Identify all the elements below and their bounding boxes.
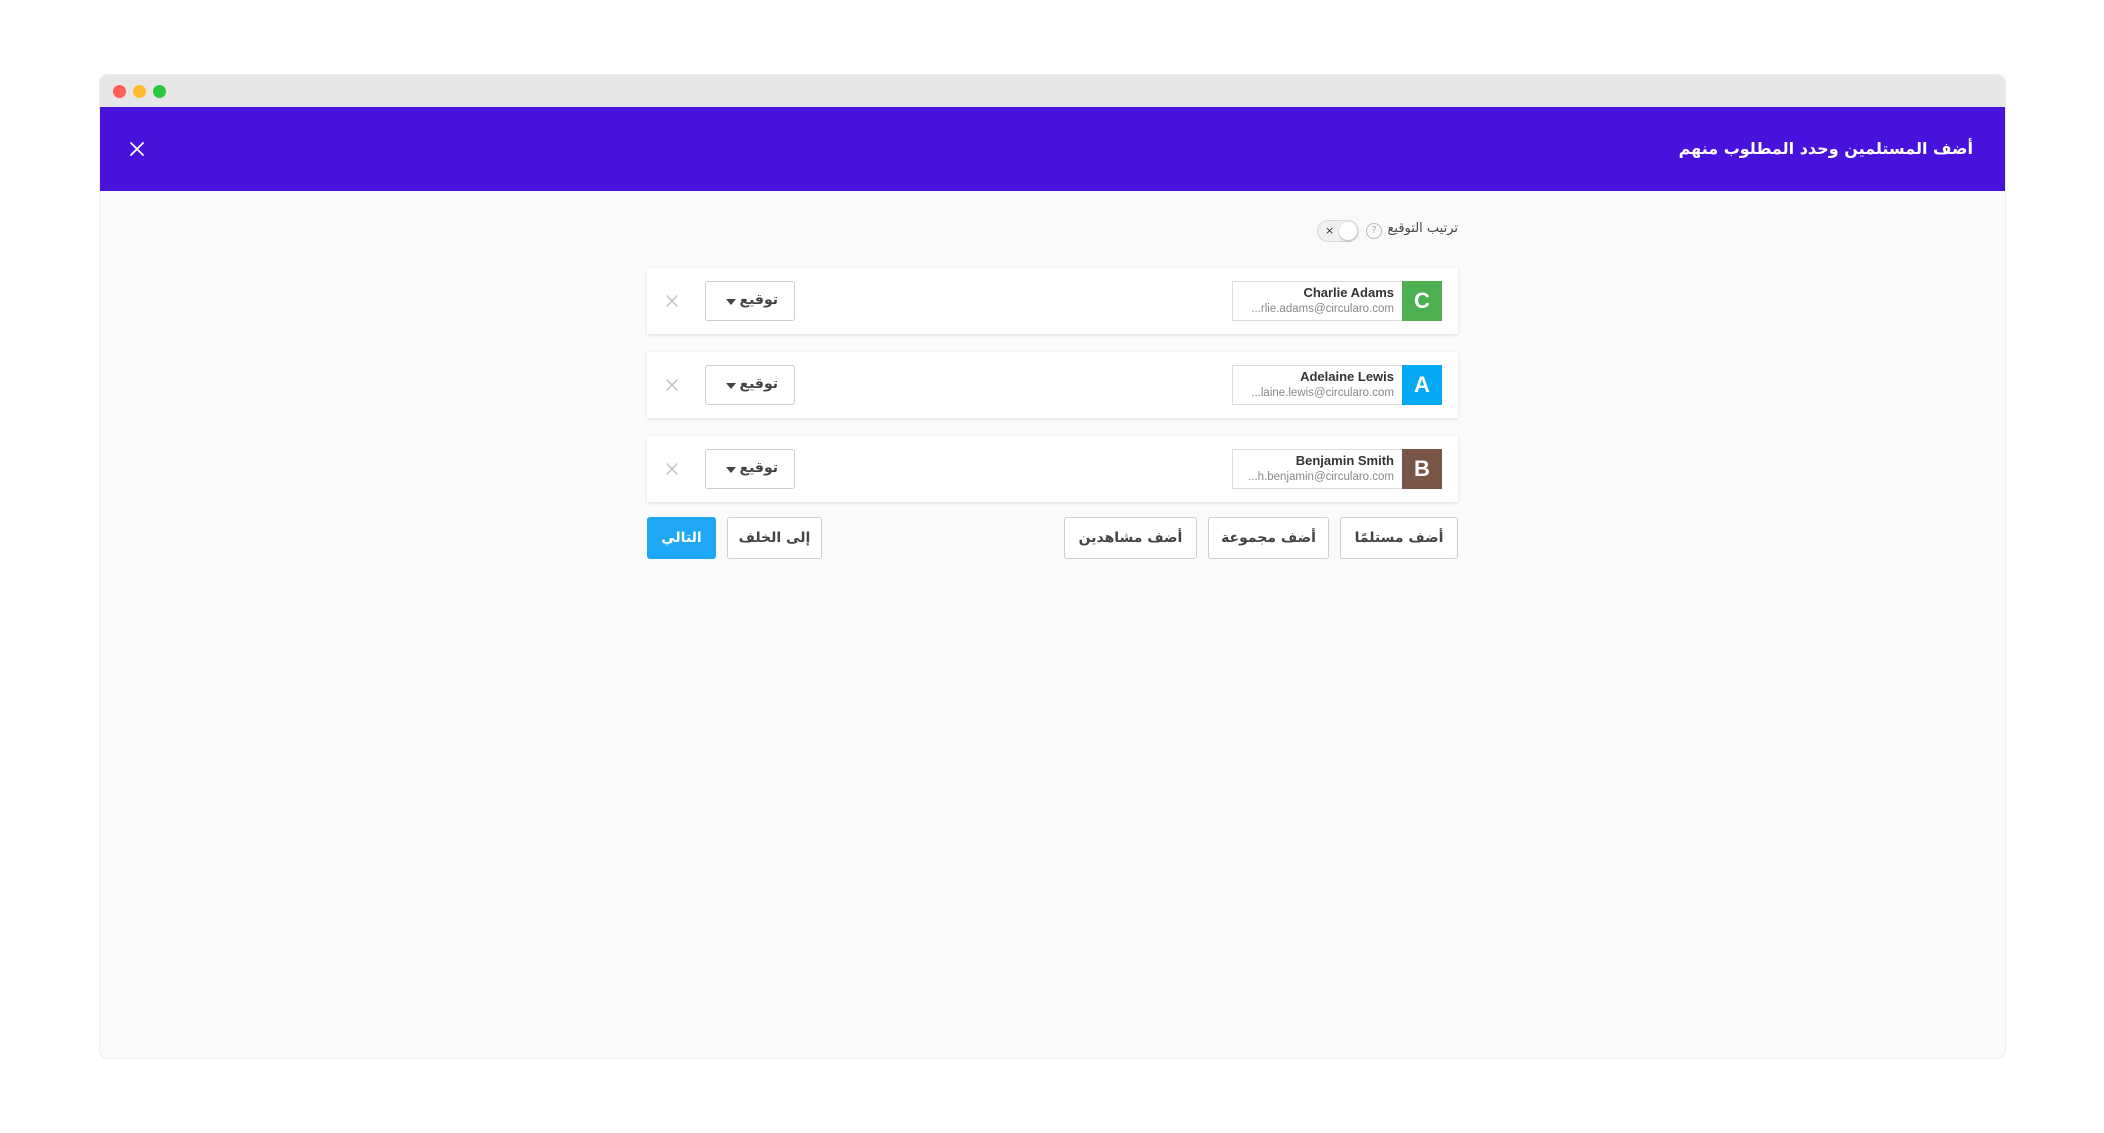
recipient-identity-field[interactable]: Adelaine Lewis ...laine.lewis@circularo.… bbox=[1232, 365, 1402, 405]
recipient-identity-field[interactable]: Charlie Adams ...rlie.adams@circularo.co… bbox=[1232, 281, 1402, 321]
remove-recipient-icon[interactable] bbox=[663, 292, 681, 310]
remove-recipient-icon[interactable] bbox=[663, 376, 681, 394]
action-bar: أضف مستلمًا أضف مجموعة أضف مشاهدين إلى ا… bbox=[647, 517, 1458, 559]
recipient-email: ...laine.lewis@circularo.com bbox=[1251, 387, 1394, 399]
dialog-header: أضف المستلمين وحدد المطلوب منهم bbox=[100, 107, 2005, 191]
add-recipient-button[interactable]: أضف مستلمًا bbox=[1340, 517, 1458, 559]
recipient-identity-field[interactable]: Benjamin Smith ...h.benjamin@circularo.c… bbox=[1232, 449, 1402, 489]
role-dropdown[interactable]: توقيع bbox=[705, 365, 795, 405]
dialog-title: أضف المستلمين وحدد المطلوب منهم bbox=[1678, 139, 1973, 158]
role-dropdown[interactable]: توقيع bbox=[705, 281, 795, 321]
help-icon[interactable]: ? bbox=[1366, 223, 1382, 239]
recipient-email: ...h.benjamin@circularo.com bbox=[1248, 471, 1394, 483]
recipient-row: A Adelaine Lewis ...laine.lewis@circular… bbox=[647, 352, 1458, 418]
caret-down-icon bbox=[726, 299, 736, 305]
recipient-name: Adelaine Lewis bbox=[1300, 369, 1394, 384]
role-dropdown-value: توقيع bbox=[739, 376, 778, 392]
caret-down-icon bbox=[726, 383, 736, 389]
back-button[interactable]: إلى الخلف bbox=[727, 517, 822, 559]
signing-order-row: ترتيب التوقيع ? × bbox=[647, 214, 1458, 250]
add-viewers-button[interactable]: أضف مشاهدين bbox=[1064, 517, 1197, 559]
add-group-button[interactable]: أضف مجموعة bbox=[1208, 517, 1329, 559]
role-dropdown[interactable]: توقيع bbox=[705, 449, 795, 489]
role-dropdown-value: توقيع bbox=[739, 460, 778, 476]
avatar: B bbox=[1402, 449, 1442, 489]
remove-recipient-icon[interactable] bbox=[663, 460, 681, 478]
window-minimize-dot[interactable] bbox=[133, 85, 146, 98]
next-button[interactable]: التالي bbox=[647, 517, 716, 559]
recipient-name: Charlie Adams bbox=[1303, 285, 1394, 300]
recipient-row: C Charlie Adams ...rlie.adams@circularo.… bbox=[647, 268, 1458, 334]
window-titlebar bbox=[100, 75, 2005, 107]
close-icon[interactable] bbox=[126, 138, 148, 160]
avatar: A bbox=[1402, 365, 1442, 405]
window-maximize-dot[interactable] bbox=[153, 85, 166, 98]
toggle-off-icon: × bbox=[1325, 224, 1335, 237]
avatar: C bbox=[1402, 281, 1442, 321]
signing-order-toggle[interactable]: × bbox=[1317, 220, 1359, 242]
recipients-panel: ترتيب التوقيع ? × C Charlie Adams ...rli… bbox=[647, 214, 1458, 559]
recipient-name: Benjamin Smith bbox=[1295, 453, 1394, 468]
app-window: أضف المستلمين وحدد المطلوب منهم ترتيب ال… bbox=[100, 75, 2005, 1058]
recipient-row: B Benjamin Smith ...h.benjamin@circularo… bbox=[647, 436, 1458, 502]
window-close-dot[interactable] bbox=[113, 85, 126, 98]
toggle-knob bbox=[1339, 222, 1357, 240]
signing-order-label: ترتيب التوقيع bbox=[1387, 221, 1459, 236]
recipient-email: ...rlie.adams@circularo.com bbox=[1251, 303, 1394, 315]
caret-down-icon bbox=[726, 467, 736, 473]
role-dropdown-value: توقيع bbox=[739, 292, 778, 308]
